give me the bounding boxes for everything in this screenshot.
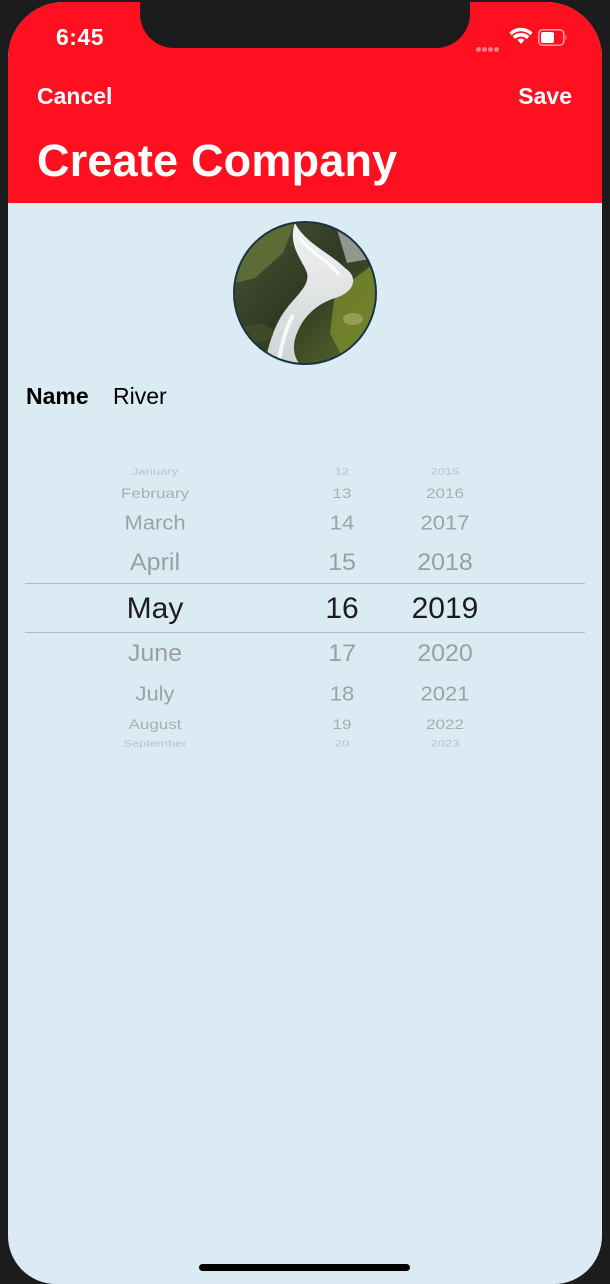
day-option[interactable]: 12 xyxy=(307,467,377,476)
month-option[interactable]: February xyxy=(95,487,215,501)
company-image xyxy=(233,221,377,365)
page-title: Create Company xyxy=(37,135,398,186)
year-option[interactable]: 2016 xyxy=(395,487,495,501)
year-option[interactable]: 2020 xyxy=(395,641,495,666)
day-option[interactable]: 20 xyxy=(307,739,377,748)
selected-month[interactable]: May xyxy=(95,594,215,624)
app-screen: 6:45 Cancel Save Create Company Name Riv… xyxy=(8,2,602,1284)
year-option[interactable]: 2022 xyxy=(395,718,495,732)
month-option[interactable]: January xyxy=(95,467,215,476)
home-indicator xyxy=(199,1264,410,1271)
year-option[interactable]: 2018 xyxy=(395,550,495,575)
company-image-picker[interactable] xyxy=(231,219,377,365)
year-option[interactable]: 2017 xyxy=(395,512,495,533)
selected-day[interactable]: 16 xyxy=(307,594,377,624)
day-option[interactable]: 13 xyxy=(307,487,377,501)
day-option[interactable]: 15 xyxy=(307,550,377,575)
cellular-signal-icon xyxy=(476,39,506,52)
selected-year[interactable]: 2019 xyxy=(395,594,495,624)
cancel-button[interactable]: Cancel xyxy=(37,83,112,110)
device-notch xyxy=(140,2,470,48)
month-option[interactable]: June xyxy=(95,641,215,666)
year-option[interactable]: 2023 xyxy=(395,739,495,748)
name-label: Name xyxy=(26,383,89,409)
month-option[interactable]: March xyxy=(95,512,215,533)
wifi-icon xyxy=(509,27,533,44)
battery-icon xyxy=(538,29,567,46)
year-option[interactable]: 2015 xyxy=(395,467,495,476)
day-option[interactable]: 17 xyxy=(307,641,377,666)
month-option[interactable]: September xyxy=(95,739,215,748)
navigation-bar: 6:45 Cancel Save Create Company xyxy=(8,2,602,203)
founded-date-picker[interactable]: January February March April May June July Augu… xyxy=(25,457,585,757)
name-input[interactable] xyxy=(113,380,573,412)
status-time: 6:45 xyxy=(56,24,105,50)
year-option[interactable]: 2021 xyxy=(395,683,495,704)
day-option[interactable]: 18 xyxy=(307,683,377,704)
year-wheel[interactable]: 2015 2016 2017 2018 2019 2020 2021 2022 2023 xyxy=(395,457,495,757)
month-option[interactable]: July xyxy=(95,683,215,704)
day-option[interactable]: 19 xyxy=(307,718,377,732)
day-wheel[interactable]: 12 13 14 15 16 17 18 19 20 xyxy=(307,457,377,757)
save-button[interactable]: Save xyxy=(518,83,572,110)
month-wheel[interactable]: January February March April May June July Augu… xyxy=(95,457,215,757)
month-option[interactable]: April xyxy=(95,550,215,575)
day-option[interactable]: 14 xyxy=(307,512,377,533)
month-option[interactable]: August xyxy=(95,718,215,732)
